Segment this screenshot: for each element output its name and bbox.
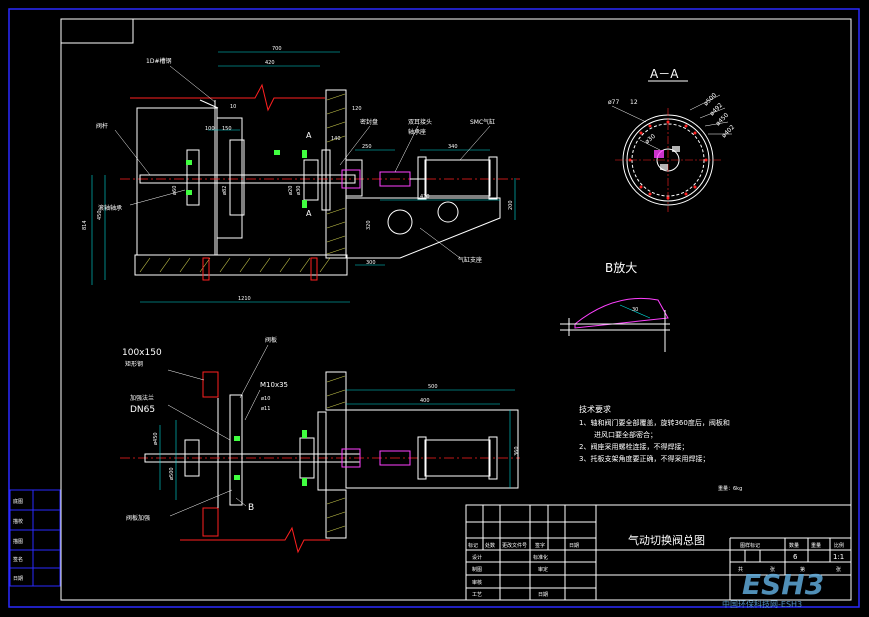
detail-b: B放大 30 — [560, 260, 670, 352]
label-roller-bearing: 滚轴轴承 — [98, 204, 122, 212]
dim-500: 500 — [428, 384, 438, 390]
dim-ø30: ø30 — [296, 186, 302, 195]
dim-ø30: ø30 — [644, 133, 657, 146]
hdr-sign: 签字 — [535, 542, 545, 549]
bottom-view: 500 400 360 ø450 ø500 ø10 ø11 M10x35 100… — [120, 336, 520, 554]
section-mark-a-top: A — [306, 131, 312, 140]
tech-note: 重量：6kg — [718, 485, 742, 492]
section-mark-a-bottom: A — [306, 209, 312, 218]
dim-ø10: ø10 — [261, 396, 270, 402]
dim-ø402: ø402 — [720, 124, 736, 140]
hdr-mark: 标记 — [468, 542, 478, 549]
label-dn65: DN65 — [130, 405, 155, 415]
dim-10: 10 — [230, 104, 236, 110]
dim-410: 410 — [420, 194, 430, 200]
tech-title: 技术要求 — [579, 404, 611, 414]
drawing-title: 气动切换阀总图 — [628, 533, 705, 547]
dim-320: 320 — [366, 220, 372, 230]
side-label: 底图 — [13, 498, 23, 505]
side-label: 描校 — [13, 518, 23, 525]
hdr-date: 日期 — [569, 543, 579, 549]
detail-b-title: B放大 — [605, 260, 637, 275]
dim-100x150: 100x150 — [122, 348, 162, 358]
dim-ø450: ø450 — [714, 112, 730, 128]
dim-140: 140 — [331, 136, 341, 142]
dim-ø77: ø77 — [608, 99, 619, 106]
dim-100: 100 — [205, 126, 215, 132]
dim-12: 12 — [630, 99, 638, 106]
cell-standard: 标准化 — [533, 554, 548, 561]
qty-value: 6 — [793, 553, 798, 561]
label-seal-disk: 密封盘 — [360, 118, 378, 126]
smc-cylinder — [424, 159, 491, 197]
hdr-weight: 重量 — [811, 542, 821, 549]
row-check: 审核 — [472, 579, 482, 586]
label-rect-steel: 矩形钢 — [125, 360, 143, 368]
hdr-qty: 数量 — [789, 542, 799, 549]
hdr-change-doc: 更改文件号 — [502, 542, 527, 549]
dim-m10x35: M10x35 — [260, 381, 288, 389]
label-support: 气缸支座 — [458, 256, 482, 264]
dim-360: 360 — [514, 446, 520, 456]
dim-150: 150 — [222, 126, 232, 132]
dim-340: 340 — [448, 144, 458, 150]
dim-200: 200 — [508, 200, 514, 210]
row-drawing: 制图 — [472, 566, 482, 573]
dim-120: 120 — [352, 106, 362, 112]
dim-ø60: ø60 — [172, 186, 178, 195]
label-plate-reinforce: 阀板加强 — [126, 514, 150, 522]
cad-drawing: 底图 描校 描图 签名 日期 700 420 10 100 150 140 12… — [8, 8, 860, 609]
sheet-no-unit: 张 — [836, 566, 841, 573]
code-box — [60, 18, 134, 44]
side-label: 描图 — [13, 538, 23, 545]
row-process: 工艺 — [472, 592, 482, 598]
wall-vertical — [325, 89, 347, 259]
tech-item-2: 2、阀座采用螺栓连接，不得焊接； — [579, 442, 688, 451]
hdr-scale: 比例 — [834, 542, 844, 549]
dim-814: 814 — [82, 220, 88, 230]
watermark: ESH3 中国环保科技网-ESH3 — [722, 568, 824, 609]
side-label: 日期 — [13, 576, 23, 582]
label-bearing-seat: 轴承座 — [408, 128, 426, 136]
label-clevis: 双耳接头 — [408, 118, 432, 126]
label-flange: 加强法兰 — [130, 394, 154, 402]
dim-ø500: ø500 — [169, 467, 175, 480]
watermark-logo: ESH3 — [742, 568, 824, 601]
tech-item-3: 3、托板支架角度要正确，不得采用焊接； — [579, 454, 709, 463]
inner-border — [60, 18, 852, 601]
cell-approve: 审定 — [538, 566, 548, 573]
scale-value: 1:1 — [833, 553, 844, 561]
hdr-drawing-mark: 图样标记 — [740, 542, 760, 549]
detail-b-dim: 30 — [632, 307, 638, 313]
hdr-count: 处数 — [485, 542, 495, 549]
cell-date: 日期 — [538, 592, 548, 598]
dim-700: 700 — [272, 46, 282, 52]
dim-ø11: ø11 — [261, 406, 270, 412]
watermark-subtitle: 中国环保科技网-ESH3 — [722, 599, 802, 609]
detail-mark-b: B — [248, 503, 254, 513]
row-design: 设计 — [472, 554, 482, 561]
label-channel: 1D#槽钢 — [146, 57, 171, 65]
label-valve-stem: 阀杆 — [96, 122, 108, 130]
dim-ø82: ø82 — [222, 186, 228, 195]
top-view: 700 420 10 100 150 140 120 250 340 410 3… — [82, 46, 520, 303]
label-smc: SMC气缸 — [470, 118, 495, 126]
section-aa: A－A ø500 ø492 ø450 ø402 ø30 ø77 12 — [608, 67, 736, 212]
dim-1210: 1210 — [238, 296, 251, 302]
dim-300: 300 — [366, 260, 376, 266]
tech-requirements: 技术要求 1、轴和阀门要全部覆盖，旋转360度后，阀板和 进风口要全部密合； 2… — [579, 404, 742, 492]
side-strip: 底图 描校 描图 签名 日期 — [9, 489, 61, 587]
side-label: 签名 — [13, 556, 23, 563]
dim-ø20: ø20 — [288, 186, 294, 195]
tech-item-1b: 进风口要全部密合； — [594, 430, 657, 439]
label-valve-plate: 阀板 — [265, 336, 277, 344]
dim-ø450: ø450 — [153, 432, 159, 445]
dim-250: 250 — [362, 144, 372, 150]
section-aa-title: A－A — [650, 67, 679, 81]
tech-item-1: 1、轴和阀门要全部覆盖，旋转360度后，阀板和 — [579, 418, 730, 427]
dim-400: 400 — [420, 398, 430, 404]
dim-420: 420 — [265, 60, 275, 66]
